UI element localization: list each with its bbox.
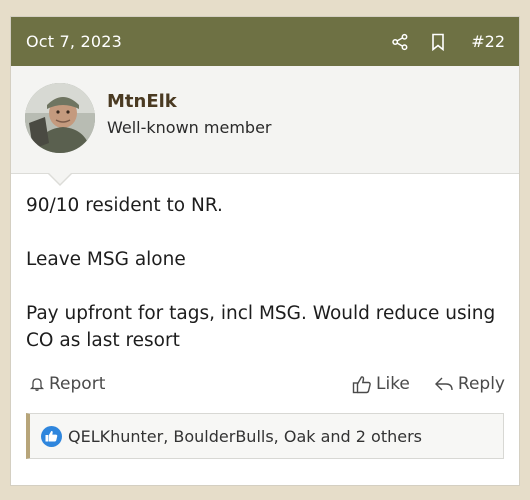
reaction-list-link[interactable]: QELKhunter, BoulderBulls, Oak and 2 othe…	[68, 427, 422, 446]
message-line: Pay upfront for tags, incl MSG. Would re…	[26, 303, 496, 351]
like-label: Like	[376, 374, 410, 394]
message-line: 90/10 resident to NR.	[26, 195, 223, 216]
reply-button[interactable]: Reply	[434, 374, 505, 394]
message-pointer	[48, 173, 72, 186]
post-number-link[interactable]: #22	[471, 32, 505, 51]
report-label: Report	[49, 374, 106, 394]
like-button[interactable]: Like	[352, 374, 410, 394]
reply-label: Reply	[457, 374, 505, 394]
post-date[interactable]: Oct 7, 2023	[26, 32, 373, 51]
user-block: MtnElk Well-known member	[11, 66, 519, 186]
share-icon[interactable]	[389, 31, 411, 53]
bell-icon	[29, 378, 45, 391]
avatar[interactable]	[25, 82, 95, 153]
username-link[interactable]: MtnElk	[107, 91, 272, 112]
reply-icon	[434, 377, 453, 391]
user-title: Well-known member	[107, 117, 272, 137]
message-line: Leave MSG alone	[26, 249, 186, 270]
user-info: MtnElk Well-known member	[107, 91, 272, 137]
post-header: Oct 7, 2023 #22	[11, 17, 519, 66]
page-bottom-border	[0, 488, 530, 500]
reactions-bar: QELKhunter, BoulderBulls, Oak and 2 othe…	[26, 413, 504, 459]
page-top-border	[0, 0, 530, 6]
like-reaction-icon	[41, 425, 62, 447]
forum-post: Oct 7, 2023 #22 MtnElk Well-known member…	[10, 16, 520, 486]
bookmark-icon[interactable]	[427, 31, 449, 53]
message-body: 90/10 resident to NR. Leave MSG alone Pa…	[11, 174, 519, 354]
thumbs-up-icon	[352, 375, 371, 393]
report-button[interactable]: Report	[29, 374, 105, 394]
post-actions: Report Like Reply	[11, 354, 519, 394]
